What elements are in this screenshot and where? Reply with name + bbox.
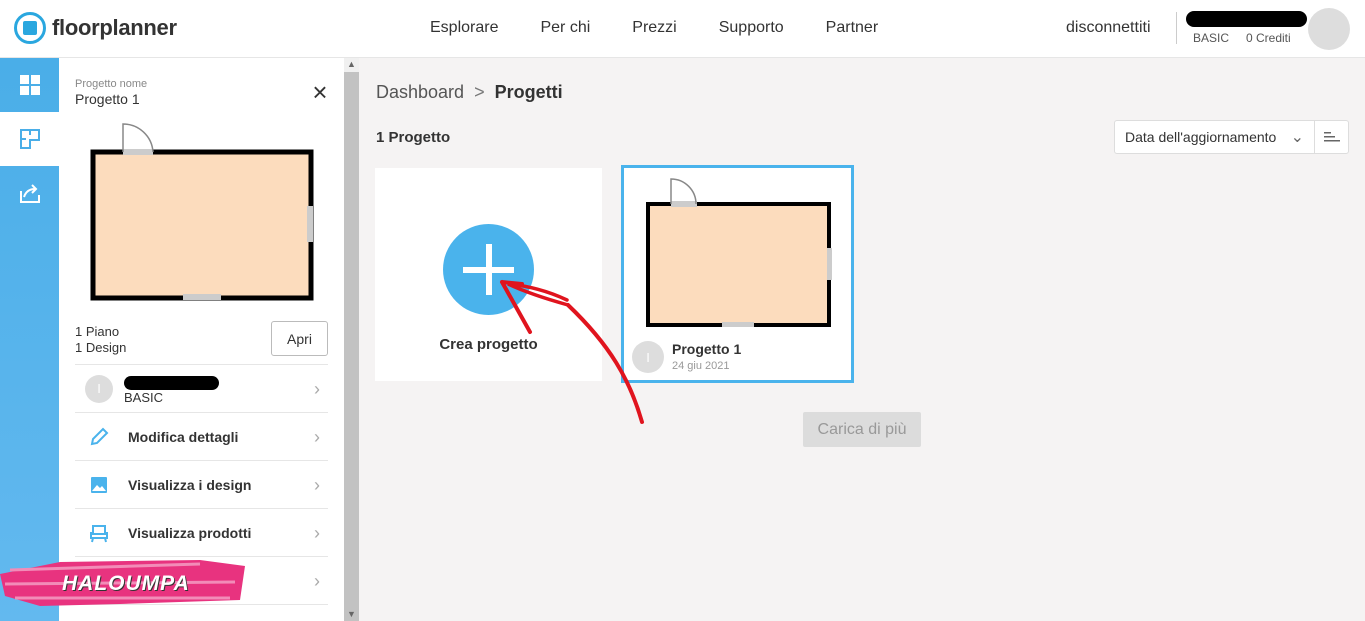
account-plan: BASIC [1193, 31, 1230, 45]
main-nav: Esplorare Per chi Prezzi Supporto Partne… [430, 19, 920, 37]
panel-scrollbar[interactable]: ▲ ▼ [344, 58, 359, 621]
floorplanner-logo-icon [14, 12, 46, 44]
menu-edit-details[interactable]: Modifica dettagli › [75, 412, 328, 460]
menu-view-products[interactable]: Visualizza prodotti › [75, 508, 328, 556]
menu-view-designs[interactable]: Visualizza i design › [75, 460, 328, 508]
chevron-right-icon: › [314, 427, 320, 447]
left-rail [0, 58, 59, 621]
owner-avatar: I [85, 374, 113, 403]
nav-esplorare[interactable]: Esplorare [430, 19, 498, 37]
logout-link[interactable]: disconnettiti [1066, 19, 1151, 37]
project-counts: 1 Piano 1 Design [75, 324, 126, 356]
rail-share[interactable] [0, 166, 59, 220]
scroll-thumb[interactable] [344, 72, 359, 621]
menu-label: Visualizza prodotti [128, 524, 252, 541]
sort-order-button[interactable] [1314, 120, 1349, 154]
project-details-panel: Progetto nome Progetto 1 × 1 Piano 1 Des… [59, 58, 344, 621]
nav-per-chi[interactable]: Per chi [540, 19, 590, 37]
floorplan-preview [90, 123, 314, 301]
top-navbar: floorplanner Esplorare Per chi Prezzi Su… [0, 0, 1365, 58]
menu-label: Modifica dettagli [128, 428, 239, 445]
rail-floorplans[interactable] [0, 112, 59, 166]
sort-lines-icon [1323, 132, 1340, 142]
pencil-icon [90, 427, 109, 445]
image-icon [91, 476, 107, 493]
load-more-button[interactable]: Carica di più [803, 412, 921, 447]
project-name-caption: Progetto nome [75, 78, 148, 90]
chevron-right-icon: › [314, 379, 320, 399]
logo-text: floorplanner [52, 15, 177, 40]
breadcrumb: Dashboard > Progetti [376, 82, 563, 103]
sort-label: Data dell'aggiornamento [1125, 129, 1277, 145]
dashboard-grid-icon [19, 75, 40, 95]
project-count: 1 Progetto [376, 129, 451, 146]
user-avatar[interactable] [1308, 8, 1350, 50]
project-card-title: Progetto 1 [672, 341, 742, 357]
header-divider [1176, 12, 1177, 44]
nav-prezzi[interactable]: Prezzi [632, 19, 676, 37]
project-name: Progetto 1 [75, 91, 140, 107]
chevron-right-icon: › [314, 475, 320, 495]
nav-supporto[interactable]: Supporto [719, 19, 784, 37]
chevron-right-icon: › [314, 523, 320, 543]
project-card-date: 24 giu 2021 [672, 360, 730, 372]
scroll-down-icon[interactable]: ▼ [347, 609, 356, 619]
chair-icon [90, 524, 108, 542]
chevron-down-icon: ⌄ [1290, 129, 1304, 146]
nav-partner[interactable]: Partner [826, 19, 878, 37]
design-count: 1 Design [75, 340, 127, 355]
annotation-arrow-icon [500, 280, 644, 424]
owner-plan: BASIC [124, 390, 164, 405]
open-project-button[interactable]: Apri [271, 321, 328, 356]
floorplan-icon [19, 129, 40, 149]
project-thumbnail [646, 178, 832, 327]
breadcrumb-current: Progetti [494, 82, 563, 102]
redacted-owner-name [124, 376, 219, 390]
rail-dashboard[interactable] [0, 58, 59, 112]
menu-label: Visualizza i design [128, 476, 252, 493]
owner-row[interactable]: I BASIC › [75, 364, 328, 412]
chevron-right-icon: › [314, 571, 320, 591]
sort-dropdown[interactable]: Data dell'aggiornamento ⌄ [1114, 120, 1315, 154]
logo[interactable]: floorplanner [14, 12, 177, 44]
watermark-text: HALOUMPA [62, 572, 190, 595]
account-credits: 0 Crediti [1246, 31, 1291, 45]
scroll-up-icon[interactable]: ▲ [347, 59, 356, 69]
breadcrumb-separator: > [474, 82, 485, 102]
share-icon [19, 184, 40, 203]
floor-count: 1 Piano [75, 324, 120, 339]
redacted-username [1186, 11, 1307, 27]
close-icon[interactable]: × [309, 79, 331, 105]
breadcrumb-dashboard[interactable]: Dashboard [376, 82, 464, 102]
